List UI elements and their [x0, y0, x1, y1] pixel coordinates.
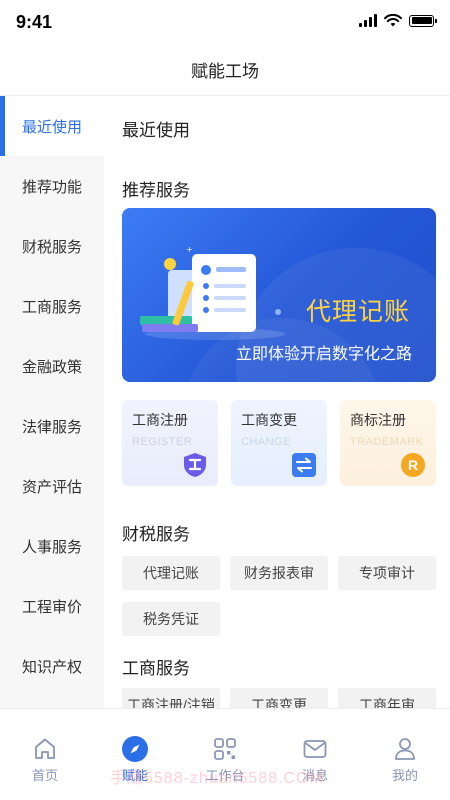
category-sidebar: 最近使用 推荐功能 财税服务 工商服务 金融政策 法律服务 资产评估 人事服务 …	[0, 96, 104, 708]
sidebar-item-tax[interactable]: 财税服务	[0, 216, 104, 276]
status-icons	[359, 14, 437, 27]
sidebar-item-label: 人事服务	[21, 538, 82, 556]
card-subtitle: REGISTER	[132, 436, 193, 448]
service-cards: 工商注册 REGISTER 工商变更 CHANGE 商标注册 TRADEMARK…	[122, 400, 436, 486]
grid-icon	[214, 738, 236, 760]
svg-text:R: R	[408, 457, 418, 473]
sidebar-item-label: 法律服务	[21, 418, 82, 436]
tag-tax-voucher[interactable]: 税务凭证	[122, 602, 220, 636]
section-title-business: 工商服务	[122, 659, 190, 678]
compass-icon	[122, 736, 148, 762]
sidebar-item-business[interactable]: 工商服务	[0, 276, 104, 336]
card-trademark-register[interactable]: 商标注册 TRADEMARK R	[340, 400, 436, 486]
user-icon	[395, 738, 415, 760]
tab-label: 赋能	[121, 768, 148, 783]
tag-special-audit[interactable]: 专项审计	[338, 556, 436, 590]
tag-business-change[interactable]: 工商变更	[230, 688, 328, 708]
sidebar-item-recent[interactable]: 最近使用	[0, 96, 104, 156]
status-time: 9:41	[16, 12, 53, 32]
tab-profile[interactable]: 我的	[360, 709, 450, 800]
sidebar-item-label: 知识产权	[21, 658, 82, 676]
tab-label: 工作台	[205, 768, 245, 783]
banner-title: 代理记账	[305, 298, 410, 326]
signal-icon	[359, 14, 377, 27]
tab-workbench[interactable]: 工作台	[180, 709, 270, 800]
sidebar-item-legal[interactable]: 法律服务	[0, 396, 104, 456]
card-title: 工商注册	[132, 412, 188, 428]
sidebar-item-recommend[interactable]: 推荐功能	[0, 156, 104, 216]
sidebar-item-label: 资产评估	[21, 478, 82, 496]
sidebar-item-label: 工程审价	[21, 598, 82, 616]
sidebar-item-label: 工商服务	[21, 298, 82, 316]
svg-text:+: +	[186, 245, 193, 254]
sidebar-item-ip[interactable]: 知识产权	[0, 636, 104, 696]
tag-register-cancel[interactable]: 工商注册/注销	[122, 688, 220, 708]
card-title: 工商变更	[241, 412, 297, 428]
section-title-recent: 最近使用	[122, 121, 190, 140]
tab-empower[interactable]: 赋能	[90, 709, 180, 800]
battery-icon	[409, 14, 437, 27]
status-bar: 9:41	[0, 0, 450, 44]
card-subtitle: CHANGE	[241, 436, 292, 448]
section-title-recommend: 推荐服务	[122, 181, 190, 200]
section-title-tax: 财税服务	[122, 525, 190, 544]
card-title: 商标注册	[350, 412, 406, 428]
sidebar-item-finance[interactable]: 金融政策	[0, 336, 104, 396]
mail-icon	[303, 740, 327, 758]
sidebar-item-assets[interactable]: 资产评估	[0, 456, 104, 516]
tab-bar: 首页 赋能 工作台 消息 我的	[0, 708, 450, 800]
tab-home[interactable]: 首页	[0, 709, 90, 800]
tab-messages[interactable]: 消息	[270, 709, 360, 800]
shield-icon	[184, 453, 206, 477]
trademark-icon: R	[401, 453, 425, 477]
tag-bookkeeping[interactable]: 代理记账	[122, 556, 220, 590]
main-content: 最近使用 推荐服务 + 代理记账 立即体验开启数字化之路 工商注册 REGIST…	[104, 96, 450, 708]
card-business-register[interactable]: 工商注册 REGISTER	[122, 400, 218, 486]
tag-annual-review[interactable]: 工商年审	[338, 688, 436, 708]
sidebar-item-hr[interactable]: 人事服务	[0, 516, 104, 576]
tab-label: 首页	[31, 768, 58, 783]
promo-banner[interactable]: + 代理记账 立即体验开启数字化之路	[122, 208, 436, 382]
sidebar-item-engineering[interactable]: 工程审价	[0, 576, 104, 636]
banner-subtitle: 立即体验开启数字化之路	[235, 346, 412, 363]
nav-bar: 赋能工场	[0, 44, 450, 96]
sidebar-item-label: 推荐功能	[21, 178, 82, 196]
page-title: 赋能工场	[191, 62, 259, 81]
business-service-tags: 工商注册/注销 工商变更 工商年审	[122, 688, 442, 708]
card-subtitle: TRADEMARK	[350, 436, 424, 448]
sidebar-item-label: 最近使用	[21, 118, 82, 136]
swap-icon	[292, 453, 316, 477]
sidebar-item-label: 财税服务	[21, 238, 82, 256]
tab-label: 我的	[391, 768, 418, 783]
home-icon	[35, 738, 55, 759]
tag-financial-statement-audit[interactable]: 财务报表审	[230, 556, 328, 590]
card-business-change[interactable]: 工商变更 CHANGE	[231, 400, 327, 486]
tax-service-tags: 代理记账 财务报表审 专项审计 税务凭证	[122, 556, 442, 636]
tab-label: 消息	[301, 768, 328, 783]
sidebar-item-label: 金融政策	[21, 358, 82, 376]
wifi-icon	[384, 14, 402, 27]
accounting-illustration-icon: +	[140, 245, 285, 340]
